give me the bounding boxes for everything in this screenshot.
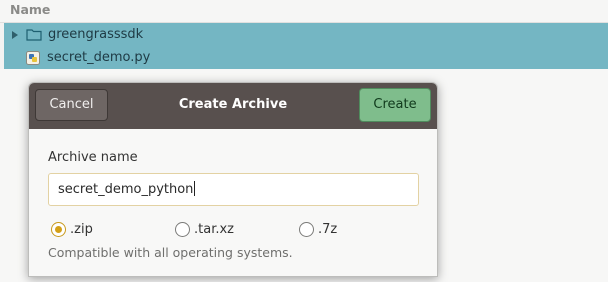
cancel-button[interactable]: Cancel — [35, 89, 108, 121]
format-radio-zip[interactable]: .zip — [51, 220, 93, 238]
archive-name-value: secret_demo_python — [58, 182, 194, 197]
file-row-greengrasssdk[interactable]: greengrasssdk — [4, 23, 608, 46]
radio-unselected-icon[interactable] — [175, 221, 190, 237]
format-compatibility-hint: Compatible with all operating systems. — [48, 245, 293, 260]
text-cursor — [194, 181, 196, 196]
format-label: .tar.xz — [194, 221, 234, 237]
radio-unselected-icon[interactable] — [299, 221, 314, 237]
create-button[interactable]: Create — [359, 88, 431, 122]
format-radio-tar-xz[interactable]: .tar.xz — [175, 220, 234, 238]
name-column-header[interactable]: Name — [0, 0, 608, 23]
format-label: .zip — [70, 221, 93, 237]
format-label: .7z — [318, 221, 338, 237]
file-name: greengrasssdk — [48, 27, 144, 42]
folder-icon — [26, 29, 42, 41]
archive-name-label: Archive name — [48, 150, 138, 165]
expand-arrow-icon[interactable] — [12, 30, 18, 39]
python-file-icon — [26, 50, 40, 65]
file-row-secret-demo-py[interactable]: secret_demo.py — [4, 46, 608, 69]
format-radio-7z[interactable]: .7z — [299, 220, 337, 238]
radio-selected-icon[interactable] — [51, 221, 66, 237]
create-archive-dialog: Create Archive Cancel Create Archive nam… — [28, 82, 438, 277]
archive-name-input[interactable]: secret_demo_python — [48, 173, 419, 206]
dialog-titlebar[interactable]: Create Archive Cancel Create — [29, 83, 437, 129]
file-name: secret_demo.py — [47, 50, 151, 65]
